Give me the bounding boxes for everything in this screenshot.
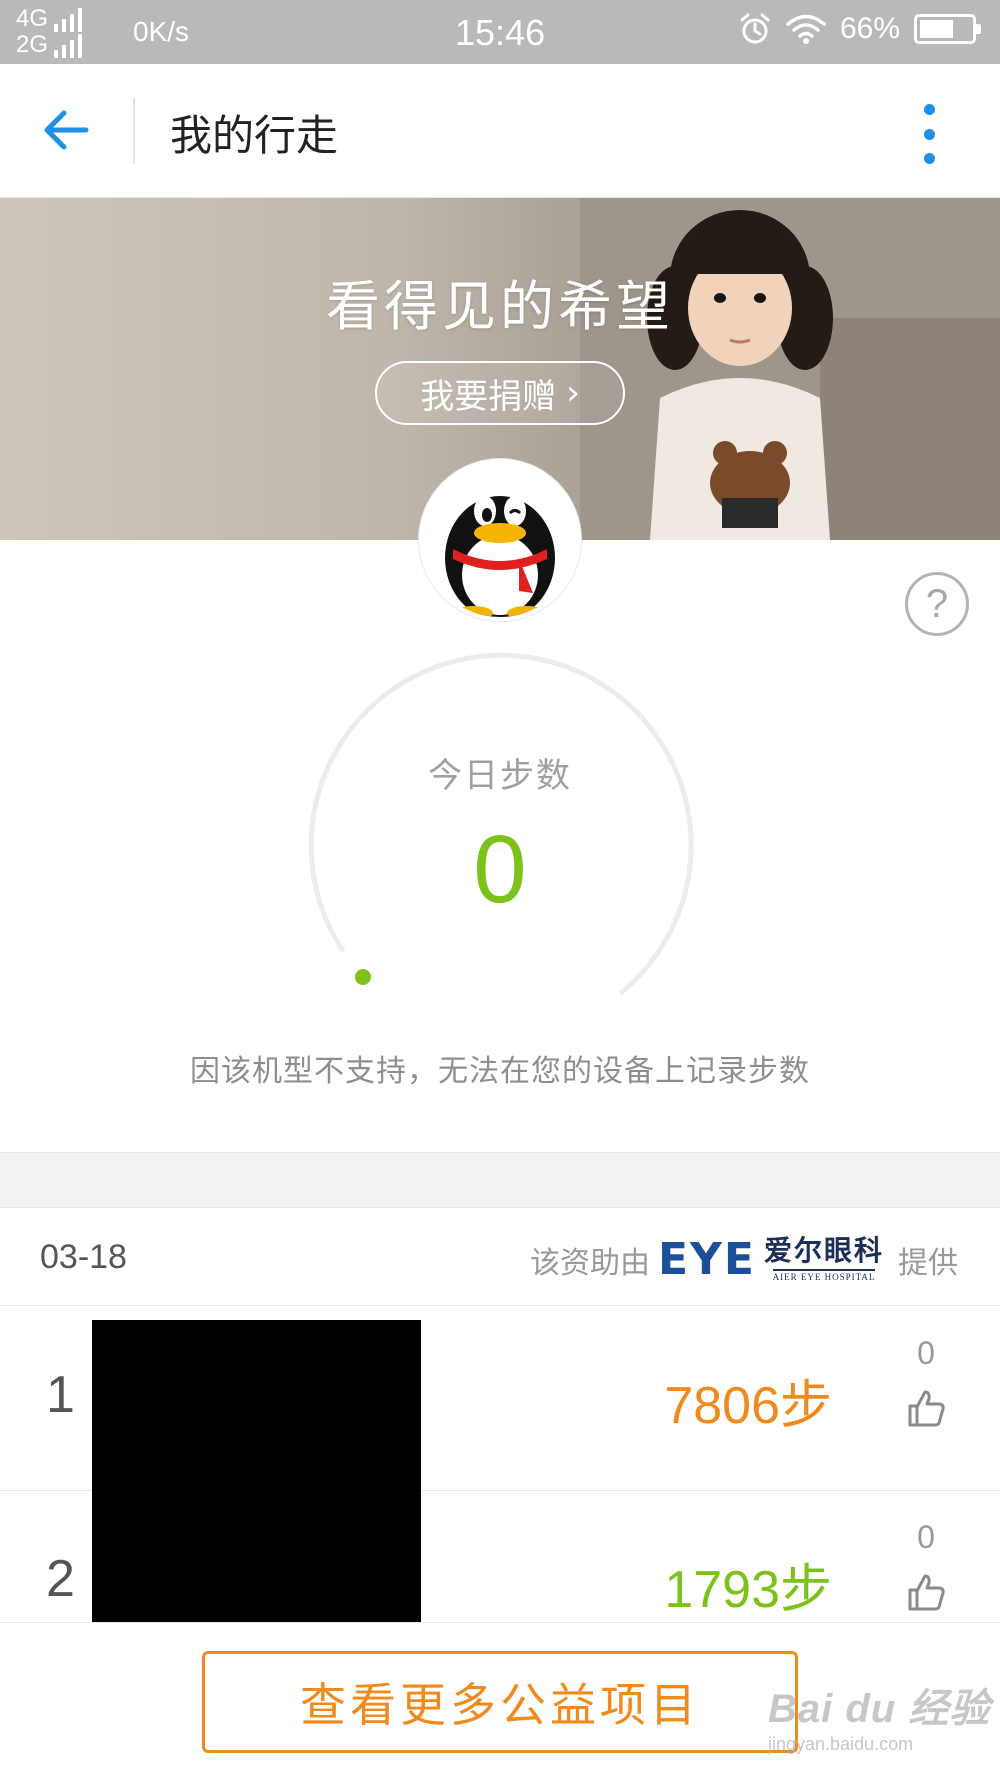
- like-button[interactable]: 0: [904, 1519, 948, 1612]
- back-button[interactable]: [36, 100, 96, 160]
- help-button[interactable]: ?: [905, 572, 969, 636]
- more-vertical-icon: [923, 104, 935, 115]
- steps-label: 今日步数: [428, 756, 572, 796]
- donate-label: 我要捐赠: [420, 376, 557, 417]
- more-projects-button[interactable]: 查看更多公益项目: [202, 1651, 798, 1753]
- rank-steps: 7806步: [664, 1377, 832, 1435]
- signal-icon: [54, 8, 83, 32]
- like-count: 0: [917, 1519, 935, 1555]
- watermark-main: Bai du 经验: [768, 1687, 991, 1731]
- battery-icon: [914, 14, 981, 44]
- like-button[interactable]: 0: [904, 1335, 948, 1428]
- arrow-left-icon: [44, 110, 89, 150]
- donate-button[interactable]: 我要捐赠 ›: [375, 361, 625, 425]
- page-title: 我的行走: [170, 111, 339, 160]
- header-divider: [133, 98, 135, 164]
- alarm-icon: [740, 13, 770, 44]
- thumbs-up-icon: [908, 1574, 945, 1611]
- app-header: 我的行走: [0, 64, 1000, 198]
- watermark-sub: jingyan.baidu.com: [768, 1734, 914, 1754]
- rank-number: 1: [46, 1366, 75, 1424]
- battery-percent: 66%: [839, 12, 900, 45]
- unsupported-notice: 因该机型不支持，无法在您的设备上记录步数: [190, 1054, 810, 1089]
- section-separator: [0, 1152, 1000, 1208]
- network-type-2: 2G: [16, 31, 49, 58]
- sponsor-prefix: 该资助由: [530, 1245, 650, 1281]
- brand-cn: 爱尔眼科: [763, 1234, 884, 1267]
- network-type-1: 4G: [16, 5, 49, 32]
- wifi-icon: [786, 14, 826, 44]
- question-icon: ?: [925, 581, 949, 626]
- eye-logo: EYE: [658, 1234, 756, 1285]
- sponsor-row: 03-18 该资助由 EYE 爱尔眼科 AIER EYE HOSPITAL 提供: [0, 1208, 1000, 1306]
- signal-icon: [54, 34, 83, 58]
- steps-value: 0: [473, 816, 527, 923]
- penguin-avatar-icon: [445, 496, 555, 617]
- like-count: 0: [917, 1335, 935, 1371]
- sponsor-credit: 该资助由 EYE 爱尔眼科 AIER EYE HOSPITAL 提供: [530, 1234, 958, 1285]
- rank-steps: 1793步: [664, 1561, 832, 1619]
- watermark: Bai du 经验 jingyan.baidu.com: [768, 1676, 990, 1755]
- thumbs-up-icon: [908, 1390, 945, 1427]
- status-bar: 4G 2G 0K/s 15:46 66%: [0, 0, 1000, 64]
- network-speed: 0K/s: [133, 16, 190, 47]
- sponsor-suffix: 提供: [898, 1245, 958, 1281]
- banner-photo: [580, 198, 1000, 540]
- network-indicator: 4G 2G: [16, 5, 83, 58]
- eye-logo-text: EYE: [658, 1234, 756, 1285]
- ring-progress-dot: [355, 969, 371, 985]
- brand-en: AIER EYE HOSPITAL: [772, 1269, 876, 1282]
- ranking-date: 03-18: [40, 1238, 127, 1276]
- banner-title: 看得见的希望: [326, 275, 674, 338]
- redacted-user-info: [92, 1320, 421, 1630]
- more-menu-button[interactable]: [914, 104, 944, 164]
- aier-logo: 爱尔眼科 AIER EYE HOSPITAL: [764, 1237, 884, 1282]
- chevron-right-icon: ›: [566, 373, 580, 413]
- rank-number: 2: [46, 1550, 75, 1608]
- avatar[interactable]: [419, 459, 581, 621]
- clock: 15:46: [455, 12, 546, 53]
